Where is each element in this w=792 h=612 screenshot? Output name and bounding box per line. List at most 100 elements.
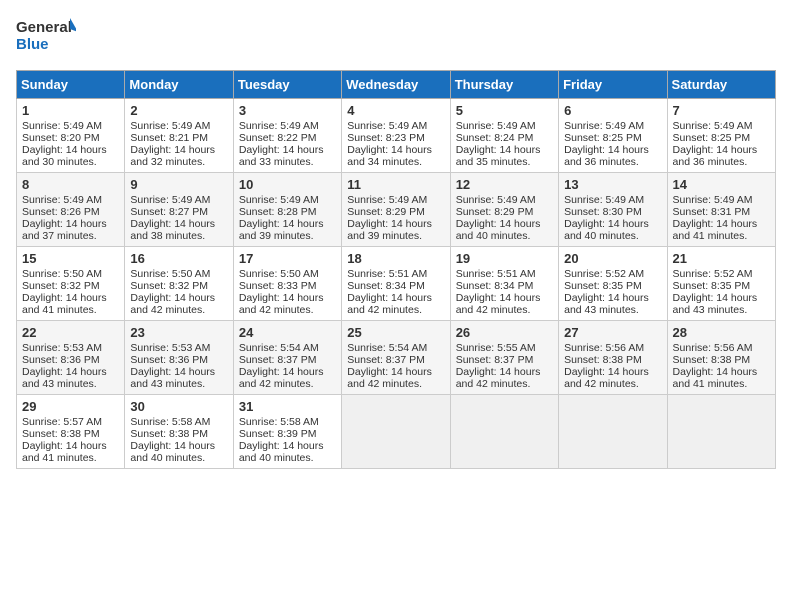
sunrise: Sunrise: 5:49 AM [347,120,427,132]
sunrise: Sunrise: 5:49 AM [347,194,427,206]
sunset: Sunset: 8:34 PM [456,280,534,292]
calendar-week-row: 29Sunrise: 5:57 AMSunset: 8:38 PMDayligh… [17,395,776,469]
sunset: Sunset: 8:25 PM [673,132,751,144]
calendar-cell: 1Sunrise: 5:49 AMSunset: 8:20 PMDaylight… [17,99,125,173]
daylight: Daylight: 14 hours and 41 minutes. [673,218,758,242]
sunset: Sunset: 8:34 PM [347,280,425,292]
sunset: Sunset: 8:38 PM [130,428,208,440]
sunset: Sunset: 8:20 PM [22,132,100,144]
daylight: Daylight: 14 hours and 36 minutes. [673,144,758,168]
col-monday: Monday [125,71,233,99]
day-number: 9 [130,177,227,192]
logo: General Blue [16,16,76,58]
sunrise: Sunrise: 5:49 AM [456,194,536,206]
day-number: 6 [564,103,661,118]
calendar-week-row: 8Sunrise: 5:49 AMSunset: 8:26 PMDaylight… [17,173,776,247]
day-number: 22 [22,325,119,340]
calendar-week-row: 1Sunrise: 5:49 AMSunset: 8:20 PMDaylight… [17,99,776,173]
day-number: 16 [130,251,227,266]
calendar-cell: 23Sunrise: 5:53 AMSunset: 8:36 PMDayligh… [125,321,233,395]
daylight: Daylight: 14 hours and 33 minutes. [239,144,324,168]
calendar-cell: 4Sunrise: 5:49 AMSunset: 8:23 PMDaylight… [342,99,450,173]
daylight: Daylight: 14 hours and 42 minutes. [347,292,432,316]
day-number: 24 [239,325,336,340]
calendar-cell: 24Sunrise: 5:54 AMSunset: 8:37 PMDayligh… [233,321,341,395]
header-row: Sunday Monday Tuesday Wednesday Thursday… [17,71,776,99]
sunrise: Sunrise: 5:49 AM [564,194,644,206]
sunset: Sunset: 8:24 PM [456,132,534,144]
sunrise: Sunrise: 5:54 AM [347,342,427,354]
daylight: Daylight: 14 hours and 39 minutes. [239,218,324,242]
sunrise: Sunrise: 5:50 AM [239,268,319,280]
calendar-cell: 3Sunrise: 5:49 AMSunset: 8:22 PMDaylight… [233,99,341,173]
sunset: Sunset: 8:25 PM [564,132,642,144]
header: General Blue [16,16,776,58]
day-number: 1 [22,103,119,118]
sunrise: Sunrise: 5:49 AM [130,194,210,206]
sunset: Sunset: 8:37 PM [456,354,534,366]
day-number: 10 [239,177,336,192]
daylight: Daylight: 14 hours and 42 minutes. [564,366,649,390]
day-number: 27 [564,325,661,340]
calendar-cell: 20Sunrise: 5:52 AMSunset: 8:35 PMDayligh… [559,247,667,321]
day-number: 19 [456,251,553,266]
calendar-cell: 9Sunrise: 5:49 AMSunset: 8:27 PMDaylight… [125,173,233,247]
day-number: 5 [456,103,553,118]
daylight: Daylight: 14 hours and 38 minutes. [130,218,215,242]
sunset: Sunset: 8:33 PM [239,280,317,292]
col-sunday: Sunday [17,71,125,99]
daylight: Daylight: 14 hours and 42 minutes. [347,366,432,390]
calendar-cell: 12Sunrise: 5:49 AMSunset: 8:29 PMDayligh… [450,173,558,247]
day-number: 4 [347,103,444,118]
calendar-cell: 22Sunrise: 5:53 AMSunset: 8:36 PMDayligh… [17,321,125,395]
calendar-cell: 15Sunrise: 5:50 AMSunset: 8:32 PMDayligh… [17,247,125,321]
day-number: 25 [347,325,444,340]
sunrise: Sunrise: 5:54 AM [239,342,319,354]
sunset: Sunset: 8:32 PM [22,280,100,292]
col-saturday: Saturday [667,71,775,99]
calendar-cell: 17Sunrise: 5:50 AMSunset: 8:33 PMDayligh… [233,247,341,321]
sunset: Sunset: 8:38 PM [22,428,100,440]
sunset: Sunset: 8:29 PM [456,206,534,218]
daylight: Daylight: 14 hours and 43 minutes. [673,292,758,316]
sunset: Sunset: 8:30 PM [564,206,642,218]
daylight: Daylight: 14 hours and 43 minutes. [130,366,215,390]
daylight: Daylight: 14 hours and 40 minutes. [239,440,324,464]
daylight: Daylight: 14 hours and 42 minutes. [456,366,541,390]
calendar-cell: 13Sunrise: 5:49 AMSunset: 8:30 PMDayligh… [559,173,667,247]
sunrise: Sunrise: 5:58 AM [239,416,319,428]
sunrise: Sunrise: 5:51 AM [456,268,536,280]
daylight: Daylight: 14 hours and 41 minutes. [22,440,107,464]
day-number: 2 [130,103,227,118]
sunrise: Sunrise: 5:49 AM [239,120,319,132]
sunset: Sunset: 8:35 PM [673,280,751,292]
sunset: Sunset: 8:35 PM [564,280,642,292]
daylight: Daylight: 14 hours and 42 minutes. [456,292,541,316]
sunrise: Sunrise: 5:51 AM [347,268,427,280]
sunset: Sunset: 8:32 PM [130,280,208,292]
calendar-cell: 31Sunrise: 5:58 AMSunset: 8:39 PMDayligh… [233,395,341,469]
calendar-cell: 10Sunrise: 5:49 AMSunset: 8:28 PMDayligh… [233,173,341,247]
sunset: Sunset: 8:31 PM [673,206,751,218]
sunset: Sunset: 8:39 PM [239,428,317,440]
calendar-cell: 5Sunrise: 5:49 AMSunset: 8:24 PMDaylight… [450,99,558,173]
calendar-cell: 19 Sunrise: 5:51 AMSunset: 8:34 PMDayligh… [450,247,558,321]
logo-svg: General Blue [16,16,76,58]
col-wednesday: Wednesday [342,71,450,99]
calendar-cell [667,395,775,469]
calendar-cell: 18Sunrise: 5:51 AMSunset: 8:34 PMDayligh… [342,247,450,321]
daylight: Daylight: 14 hours and 41 minutes. [673,366,758,390]
daylight: Daylight: 14 hours and 43 minutes. [22,366,107,390]
sunset: Sunset: 8:23 PM [347,132,425,144]
sunrise: Sunrise: 5:49 AM [22,120,102,132]
sunset: Sunset: 8:38 PM [673,354,751,366]
calendar-cell: 7Sunrise: 5:49 AMSunset: 8:25 PMDaylight… [667,99,775,173]
sunset: Sunset: 8:38 PM [564,354,642,366]
col-tuesday: Tuesday [233,71,341,99]
daylight: Daylight: 14 hours and 40 minutes. [456,218,541,242]
sunrise: Sunrise: 5:49 AM [456,120,536,132]
daylight: Daylight: 14 hours and 39 minutes. [347,218,432,242]
daylight: Daylight: 14 hours and 42 minutes. [239,292,324,316]
daylight: Daylight: 14 hours and 36 minutes. [564,144,649,168]
day-number: 3 [239,103,336,118]
